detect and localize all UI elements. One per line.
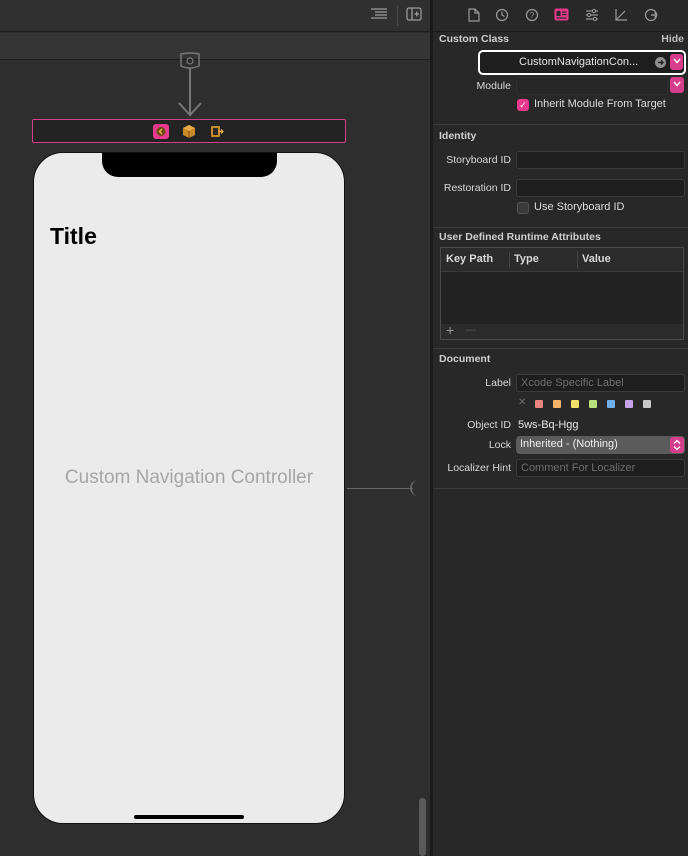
module-label: Module (476, 80, 511, 92)
help-inspector-icon[interactable]: ? (524, 8, 540, 24)
column-type[interactable]: Type (514, 253, 539, 265)
navigation-controller-icon[interactable] (153, 124, 169, 139)
clear-label-color-button[interactable]: ✕ (518, 397, 526, 408)
navigation-large-title: Title (50, 223, 97, 249)
table-footer: + — (441, 322, 683, 339)
label-color-swatch[interactable] (607, 400, 615, 408)
svg-text:?: ? (530, 11, 535, 20)
module-dropdown-chevron-icon[interactable] (670, 77, 684, 93)
class-dropdown-chevron-icon[interactable] (670, 54, 683, 70)
label-color-swatch[interactable] (535, 400, 543, 408)
home-indicator (134, 815, 244, 819)
file-inspector-icon[interactable] (466, 8, 482, 24)
section-divider (433, 348, 688, 349)
connections-inspector-icon[interactable] (643, 8, 659, 24)
module-field[interactable] (516, 77, 668, 95)
custom-class-section-title: Custom Class (439, 33, 510, 45)
storyboard-canvas[interactable]: Title Custom Navigation Controller (0, 0, 430, 856)
label-color-swatch[interactable] (571, 400, 579, 408)
go-to-class-arrow-icon[interactable] (655, 57, 666, 68)
size-inspector-icon[interactable] (613, 8, 629, 24)
attributes-inspector-icon[interactable] (584, 8, 600, 24)
hide-section-button[interactable]: Hide (661, 33, 684, 45)
use-storyboard-id-checkbox[interactable] (517, 202, 529, 214)
exit-icon[interactable] (209, 124, 225, 139)
localizer-hint-field[interactable]: Comment For Localizer (516, 459, 685, 477)
first-responder-icon[interactable] (181, 124, 197, 139)
column-separator (509, 252, 510, 268)
document-label-field[interactable]: Xcode Specific Label (516, 374, 685, 392)
inherit-module-label: Inherit Module From Target (534, 98, 666, 110)
history-inspector-icon[interactable] (494, 8, 510, 24)
class-field[interactable]: CustomNavigationCon... (519, 56, 649, 68)
scene-dock[interactable] (32, 119, 346, 143)
label-color-swatch[interactable] (625, 400, 633, 408)
label-color-swatch[interactable] (553, 400, 561, 408)
add-attribute-button[interactable]: + (446, 322, 454, 338)
lock-updown-chevron-icon[interactable] (670, 437, 684, 453)
column-separator (577, 252, 578, 268)
lock-popup-button[interactable]: Inherited - (Nothing) (516, 436, 685, 454)
localizer-hint-label: Localizer Hint (447, 462, 511, 474)
object-id-value: 5ws-Bq-Hgg (518, 419, 579, 431)
restoration-id-label: Restoration ID (443, 182, 511, 194)
class-combo-box[interactable]: CustomNavigationCon... (478, 50, 686, 75)
editor-toolbar (0, 0, 430, 32)
storyboard-id-field[interactable] (516, 151, 685, 169)
device-notch (102, 153, 277, 177)
storyboard-id-label: Storyboard ID (446, 154, 511, 166)
remove-attribute-button[interactable]: — (465, 324, 476, 336)
segue-connector-icon (410, 480, 418, 496)
label-color-swatch[interactable] (589, 400, 597, 408)
lock-value: Inherited - (Nothing) (520, 438, 618, 450)
label-color-swatch[interactable] (643, 400, 651, 408)
relationship-segue-line[interactable] (347, 488, 413, 489)
object-id-label: Object ID (467, 419, 511, 431)
inspector-panel: ? Custom Class Hide Class CustomNavigati… (433, 0, 688, 856)
toolbar-divider (397, 6, 398, 26)
runtime-attributes-table[interactable]: Key Path Type Value + — (440, 247, 684, 340)
column-value[interactable]: Value (582, 253, 611, 265)
add-editor-icon[interactable] (404, 7, 424, 25)
xcode-window: Title Custom Navigation Controller ? Cus… (0, 0, 688, 856)
lock-label: Lock (488, 439, 511, 451)
minimap-lines-icon[interactable] (369, 7, 389, 25)
identity-inspector-icon[interactable] (553, 8, 569, 24)
table-header: Key Path Type Value (441, 248, 683, 272)
scene-placeholder-label: Custom Navigation Controller (64, 467, 314, 488)
document-section-title: Document (439, 353, 491, 365)
section-divider (433, 124, 688, 125)
initial-view-controller-arrow (176, 52, 204, 127)
restoration-id-field[interactable] (516, 179, 685, 197)
device-frame[interactable]: Title Custom Navigation Controller (33, 152, 345, 824)
document-label-label: Label (485, 377, 511, 389)
use-storyboard-id-label: Use Storyboard ID (534, 201, 625, 213)
inherit-module-checkbox[interactable]: ✓ (517, 99, 529, 111)
jump-bar (0, 33, 430, 60)
runtime-attributes-section-title: User Defined Runtime Attributes (439, 231, 601, 243)
canvas-scrollbar[interactable] (419, 798, 426, 856)
section-divider (433, 227, 688, 228)
column-key-path[interactable]: Key Path (446, 253, 493, 265)
inspector-tabs: ? (433, 0, 688, 32)
identity-section-title: Identity (439, 130, 477, 142)
section-divider (433, 488, 688, 489)
